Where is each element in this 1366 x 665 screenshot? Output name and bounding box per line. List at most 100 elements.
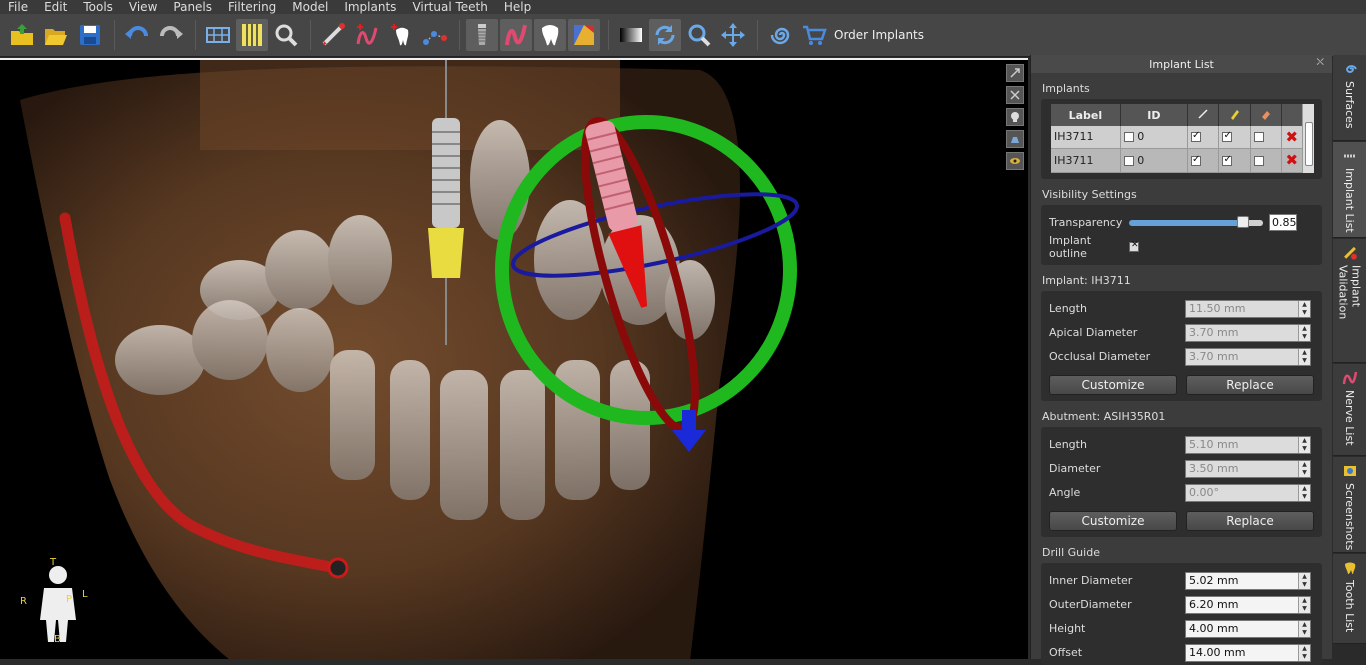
implant-customize-button[interactable]: Customize — [1049, 374, 1177, 395]
zoom-tool-button[interactable] — [270, 19, 302, 51]
outer-diameter-field[interactable]: 6.20 mm ▲ ▼ — [1185, 595, 1311, 614]
viewport-close-button[interactable] — [1006, 86, 1024, 104]
spinner-arrows-icon[interactable]: ▲ ▼ — [1298, 644, 1310, 661]
tooth-button[interactable] — [534, 19, 566, 51]
spinner-arrows-icon[interactable]: ▲ ▼ — [1298, 436, 1310, 453]
menu-help[interactable]: Help — [496, 0, 539, 14]
undo-button[interactable] — [121, 19, 153, 51]
slider-knob[interactable] — [1236, 215, 1249, 228]
col-label[interactable]: Label — [1051, 104, 1121, 126]
id-checkbox[interactable] — [1123, 132, 1134, 143]
delete-icon[interactable]: ✖ — [1285, 128, 1298, 146]
measure-button[interactable] — [317, 19, 349, 51]
col-id[interactable]: ID — [1120, 104, 1188, 126]
slices-button[interactable] — [236, 19, 268, 51]
menu-view[interactable]: View — [121, 0, 165, 14]
menu-filtering[interactable]: Filtering — [220, 0, 284, 14]
abutment-replace-button[interactable]: Replace — [1186, 510, 1314, 531]
visible-checkbox[interactable] — [1222, 130, 1233, 143]
redo-button[interactable] — [155, 19, 187, 51]
implant-replace-button[interactable]: Replace — [1186, 374, 1314, 395]
table-row[interactable]: IH3711 0 ✖ — [1051, 148, 1314, 173]
abutment-customize-button[interactable]: Customize — [1049, 510, 1177, 531]
table-row[interactable]: IH3711 0 ✖ — [1051, 126, 1314, 149]
id-checkbox[interactable] — [1123, 155, 1134, 166]
rotate-button[interactable] — [649, 19, 681, 51]
nerve-button[interactable] — [500, 19, 532, 51]
outline-checkbox[interactable]: ✕ — [1129, 240, 1139, 252]
implant-list-icon — [1343, 154, 1356, 158]
lock-checkbox[interactable] — [1253, 155, 1264, 166]
tab-screenshots[interactable]: Screenshots — [1333, 457, 1366, 553]
points-button[interactable] — [419, 19, 451, 51]
menu-virtual-teeth[interactable]: Virtual Teeth — [404, 0, 495, 14]
implant-length-field[interactable]: 11.50 mm ▲ ▼ — [1185, 299, 1311, 318]
inner-diameter-field[interactable]: 5.02 mm ▲ ▼ — [1185, 571, 1311, 590]
3d-viewport[interactable]: T R P L B — [0, 58, 1028, 659]
abutment-diameter-row: Diameter 3.50 mm ▲ ▼ — [1049, 457, 1314, 481]
menu-edit[interactable]: Edit — [36, 0, 75, 14]
color-map-button[interactable] — [568, 19, 600, 51]
abutment-length-field[interactable]: 5.10 mm ▲ ▼ — [1185, 435, 1311, 454]
abutment-diameter-field[interactable]: 3.50 mm ▲ ▼ — [1185, 459, 1311, 478]
open-button[interactable] — [40, 19, 72, 51]
viewport-eye-button[interactable] — [1006, 152, 1024, 170]
drill-checkbox[interactable] — [1190, 154, 1201, 166]
table-scrollbar[interactable] — [1302, 104, 1314, 173]
tab-implant-validation[interactable]: Implant Validation — [1333, 239, 1366, 363]
pan-button[interactable] — [717, 19, 749, 51]
col-drill[interactable] — [1187, 104, 1220, 126]
spinner-arrows-icon[interactable]: ▲ ▼ — [1298, 460, 1310, 477]
menu-panels[interactable]: Panels — [165, 0, 220, 14]
cell-label: IH3711 — [1051, 148, 1121, 173]
visible-checkbox[interactable] — [1222, 154, 1233, 166]
drill-checkbox[interactable] — [1190, 130, 1201, 143]
viewport-teeth-button[interactable] — [1006, 130, 1024, 148]
spinner-arrows-icon[interactable]: ▲ ▼ — [1298, 596, 1310, 613]
implant-button[interactable] — [466, 19, 498, 51]
menu-model[interactable]: Model — [284, 0, 336, 14]
menu-file[interactable]: File — [0, 0, 36, 14]
zoom-button[interactable] — [683, 19, 715, 51]
delete-icon[interactable]: ✖ — [1285, 151, 1298, 169]
transparency-value[interactable]: 0.85 — [1269, 214, 1297, 231]
lock-checkbox[interactable] — [1253, 132, 1264, 143]
cell-id: 0 — [1120, 148, 1188, 173]
windowing-button[interactable] — [615, 19, 647, 51]
save-button[interactable] — [74, 19, 106, 51]
import-button[interactable] — [6, 19, 38, 51]
drill-section: Inner Diameter 5.02 mm ▲ ▼ OuterDiameter 6… — [1041, 562, 1322, 665]
drill-icon — [1198, 108, 1208, 119]
spinner-arrows-icon[interactable]: ▲ ▼ — [1298, 348, 1310, 365]
height-field[interactable]: 4.00 mm ▲ ▼ — [1185, 619, 1311, 638]
order-implants-button[interactable] — [798, 19, 830, 51]
pen-icon — [1230, 109, 1239, 120]
add-nerve-button[interactable] — [351, 19, 383, 51]
add-tooth-button[interactable] — [385, 19, 417, 51]
apical-field[interactable]: 3.70 mm ▲ ▼ — [1185, 323, 1311, 342]
occlusal-field[interactable]: 3.70 mm ▲ ▼ — [1185, 347, 1311, 366]
tab-tooth-list[interactable]: Tooth List — [1333, 554, 1366, 644]
spinner-arrows-icon[interactable]: ▲ ▼ — [1298, 572, 1310, 589]
spinner-arrows-icon[interactable]: ▲ ▼ — [1298, 484, 1310, 501]
tab-implant-list[interactable]: Implant List — [1333, 142, 1366, 238]
viewport-skull-button[interactable] — [1006, 108, 1024, 126]
layout-button[interactable] — [202, 19, 234, 51]
scroll-thumb[interactable] — [1305, 122, 1313, 166]
spinner-arrows-icon[interactable]: ▲ ▼ — [1298, 620, 1310, 637]
menu-tools[interactable]: Tools — [75, 0, 121, 14]
viewport-expand-button[interactable] — [1006, 64, 1024, 82]
transparency-slider[interactable] — [1129, 215, 1263, 228]
col-lock[interactable] — [1250, 104, 1283, 126]
implant-section: Length 11.50 mm ▲ ▼ Apical Diameter 3.70 m… — [1041, 290, 1322, 401]
panel-close-icon[interactable]: ⛌ — [1317, 57, 1324, 68]
spiral-button[interactable] — [764, 19, 796, 51]
tab-nerve-list[interactable]: Nerve List — [1333, 364, 1366, 456]
spinner-arrows-icon[interactable]: ▲ ▼ — [1298, 300, 1310, 317]
col-visible[interactable] — [1218, 104, 1251, 126]
abutment-angle-field[interactable]: 0.00° ▲ ▼ — [1185, 483, 1311, 502]
spinner-arrows-icon[interactable]: ▲ ▼ — [1298, 324, 1310, 341]
menu-implants[interactable]: Implants — [336, 0, 404, 14]
tab-surfaces[interactable]: Surfaces — [1333, 55, 1366, 141]
order-implants-label[interactable]: Order Implants — [834, 28, 924, 42]
